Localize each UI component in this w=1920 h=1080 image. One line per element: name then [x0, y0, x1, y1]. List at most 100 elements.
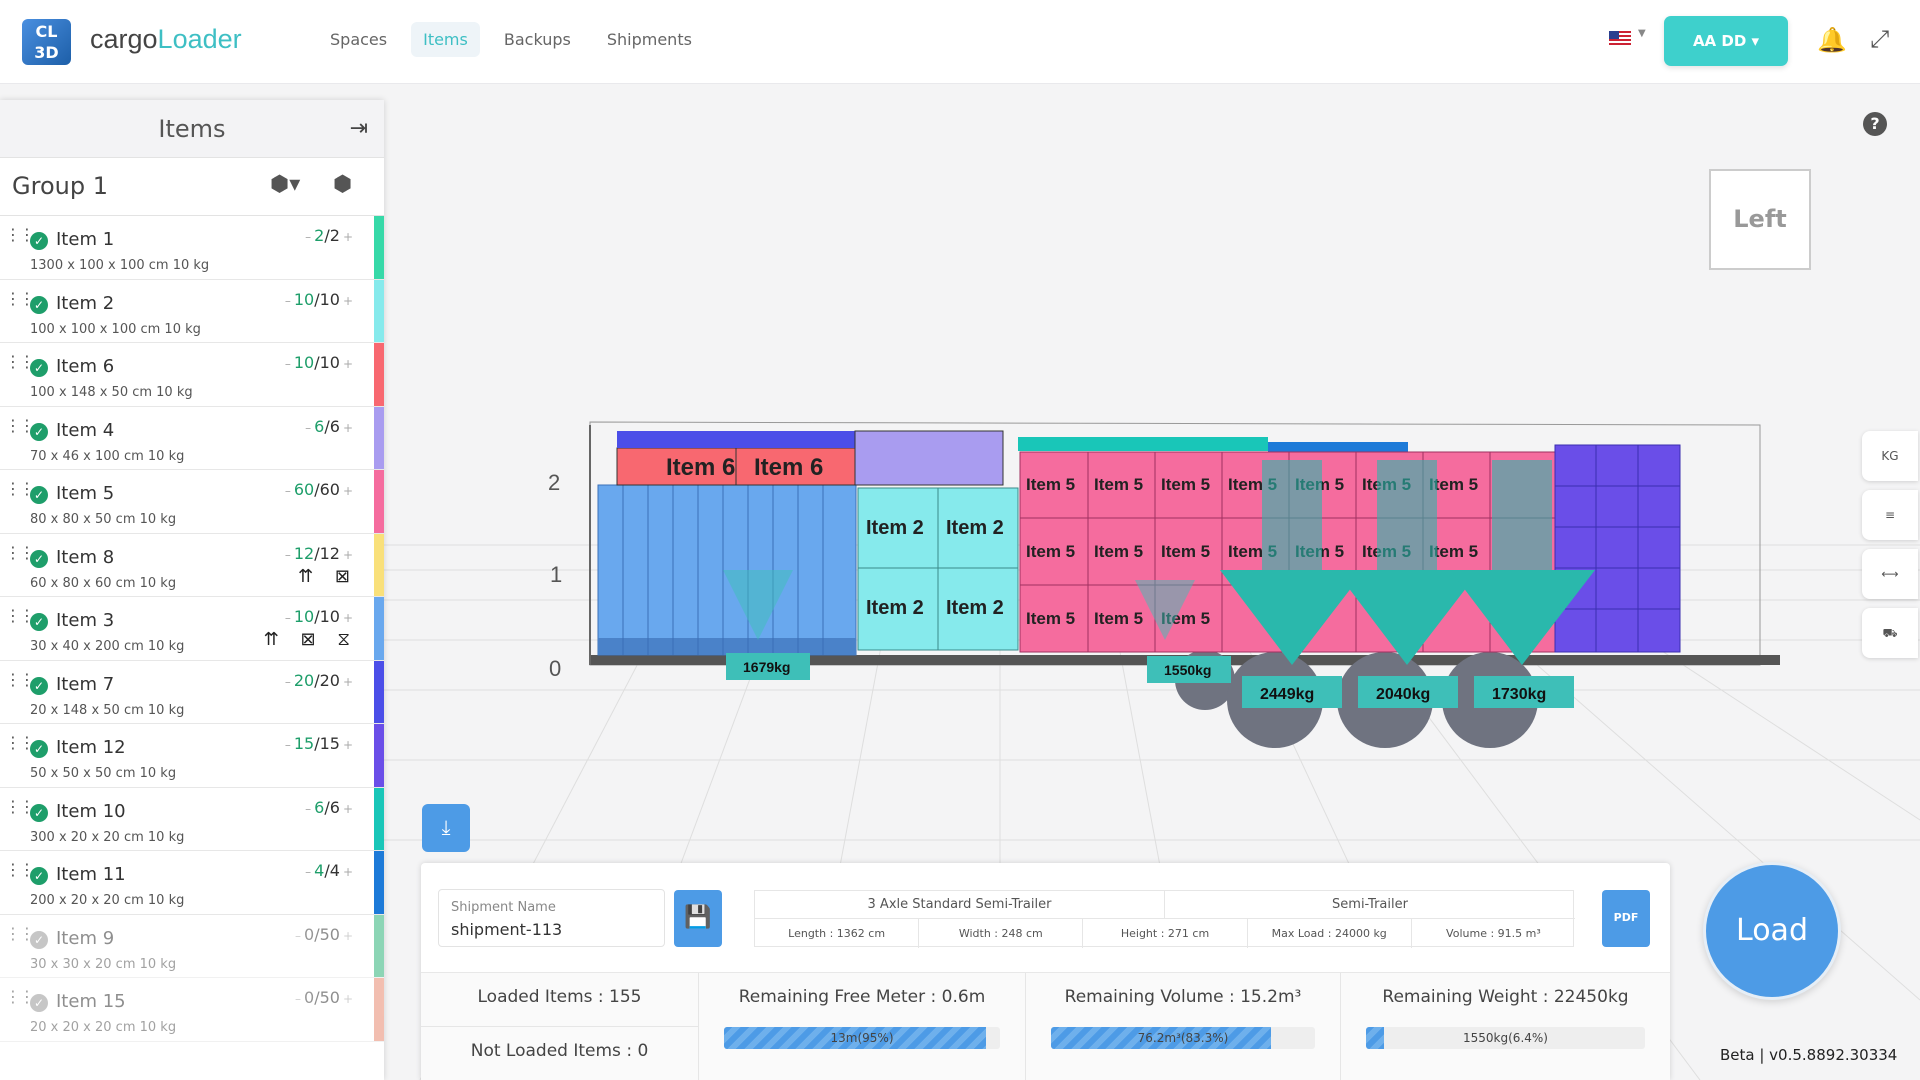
- drag-handle-icon[interactable]: ⋮⋮: [5, 671, 35, 687]
- increment-button[interactable]: +: [340, 738, 356, 752]
- item-name[interactable]: Item 4: [56, 420, 114, 441]
- item-row[interactable]: ⋮⋮ ✓ Item 9 30 x 30 x 20 cm 10 kg –0/50 +: [0, 914, 384, 978]
- increment-button[interactable]: +: [340, 802, 356, 816]
- collapse-sidebar-icon[interactable]: ⇥: [350, 116, 368, 141]
- item-color-swatch[interactable]: [374, 851, 384, 914]
- item-color-swatch[interactable]: [374, 216, 384, 279]
- decrement-button[interactable]: –: [282, 357, 294, 371]
- cargo-item-7[interactable]: [617, 431, 855, 448]
- increment-button[interactable]: +: [340, 548, 356, 562]
- increment-button[interactable]: +: [340, 294, 356, 308]
- cargo-item-10[interactable]: [1018, 437, 1268, 451]
- collapse-panel-icon[interactable]: ⤓: [422, 804, 470, 852]
- decrement-button[interactable]: –: [292, 992, 304, 1006]
- item-row[interactable]: ⋮⋮ ✓ Item 1 1300 x 100 x 100 cm 10 kg –2/2 +: [0, 216, 384, 280]
- cargo-item-4[interactable]: [854, 430, 1004, 486]
- increment-button[interactable]: +: [340, 421, 356, 435]
- measure-icon[interactable]: ⟷: [1862, 549, 1918, 599]
- cargo-item-12-group[interactable]: [1554, 444, 1681, 653]
- item-name[interactable]: Item 2: [56, 293, 114, 314]
- drag-handle-icon[interactable]: ⋮⋮: [5, 544, 35, 560]
- free-meter-bar-text: 13m(95%): [830, 1031, 894, 1045]
- item-row[interactable]: ⋮⋮ ✓ Item 15 20 x 20 x 20 cm 10 kg –0/50 +: [0, 978, 384, 1042]
- drag-handle-icon[interactable]: ⋮⋮: [5, 227, 35, 243]
- item-row[interactable]: ⋮⋮ ✓ Item 7 20 x 148 x 50 cm 10 kg –20/20 +: [0, 660, 384, 724]
- decrement-button[interactable]: –: [302, 802, 314, 816]
- item-color-swatch[interactable]: [374, 787, 384, 850]
- decrement-button[interactable]: –: [282, 484, 294, 498]
- item-row[interactable]: ⋮⋮ ✓ Item 5 80 x 80 x 50 cm 10 kg –60/60 +: [0, 470, 384, 534]
- increment-button[interactable]: +: [340, 992, 356, 1006]
- item-name[interactable]: Item 8: [56, 547, 114, 568]
- drag-handle-icon[interactable]: ⋮⋮: [5, 925, 35, 941]
- load-button[interactable]: Load: [1703, 862, 1841, 1000]
- item-total-count: 15: [319, 734, 340, 753]
- shipment-name-value[interactable]: shipment-113: [451, 920, 562, 939]
- decrement-button[interactable]: –: [282, 675, 294, 689]
- item-row[interactable]: ⋮⋮ ✓ Item 3 30 x 40 x 200 cm 10 kg –10/10 + ⇈ …: [0, 597, 384, 661]
- drag-handle-icon[interactable]: ⋮⋮: [5, 608, 35, 624]
- item-name[interactable]: Item 9: [56, 928, 114, 949]
- drag-handle-icon[interactable]: ⋮⋮: [5, 735, 35, 751]
- increment-button[interactable]: +: [340, 929, 356, 943]
- item-name[interactable]: Item 6: [56, 356, 114, 377]
- increment-button[interactable]: +: [340, 357, 356, 371]
- drag-handle-icon[interactable]: ⋮⋮: [5, 989, 35, 1005]
- item-color-swatch[interactable]: [374, 406, 384, 469]
- view-cube[interactable]: Left: [1709, 169, 1811, 270]
- item-row[interactable]: ⋮⋮ ✓ Item 10 300 x 20 x 20 cm 10 kg –6/6 +: [0, 787, 384, 851]
- item-name[interactable]: Item 1: [56, 229, 114, 250]
- item-color-swatch[interactable]: [374, 343, 384, 406]
- group-settings-icon[interactable]: ⬢▾: [270, 172, 300, 197]
- pdf-export-button[interactable]: PDF: [1602, 890, 1650, 947]
- item-name[interactable]: Item 15: [56, 991, 126, 1012]
- decrement-button[interactable]: –: [302, 865, 314, 879]
- item-name[interactable]: Item 3: [56, 610, 114, 631]
- item-color-swatch[interactable]: [374, 279, 384, 342]
- add-item-icon[interactable]: ⬢: [333, 172, 352, 197]
- help-icon[interactable]: ?: [1863, 112, 1887, 136]
- item-name[interactable]: Item 12: [56, 737, 126, 758]
- item-row[interactable]: ⋮⋮ ✓ Item 6 100 x 148 x 50 cm 10 kg –10/10 +: [0, 343, 384, 407]
- item-name[interactable]: Item 5: [56, 483, 114, 504]
- item-row[interactable]: ⋮⋮ ✓ Item 2 100 x 100 x 100 cm 10 kg –10/10 +: [0, 279, 384, 343]
- drag-handle-icon[interactable]: ⋮⋮: [5, 354, 35, 370]
- drag-handle-icon[interactable]: ⋮⋮: [5, 481, 35, 497]
- drag-handle-icon[interactable]: ⋮⋮: [5, 417, 35, 433]
- decrement-button[interactable]: –: [302, 421, 314, 435]
- save-icon[interactable]: 💾: [674, 890, 722, 947]
- decrement-button[interactable]: –: [292, 929, 304, 943]
- item-row[interactable]: ⋮⋮ ✓ Item 11 200 x 20 x 20 cm 10 kg –4/4 +: [0, 851, 384, 915]
- decrement-button[interactable]: –: [282, 738, 294, 752]
- item-color-swatch[interactable]: [374, 914, 384, 977]
- shipment-name-field[interactable]: Shipment Name shipment-113: [438, 889, 665, 947]
- item-color-swatch[interactable]: [374, 597, 384, 660]
- list-order-icon[interactable]: ≡: [1862, 490, 1918, 540]
- weight-toggle-icon[interactable]: KG: [1862, 431, 1918, 481]
- item-color-swatch[interactable]: [374, 470, 384, 533]
- group-title[interactable]: Group 1: [12, 172, 108, 200]
- decrement-button[interactable]: –: [282, 294, 294, 308]
- increment-button[interactable]: +: [340, 230, 356, 244]
- item-name[interactable]: Item 10: [56, 801, 126, 822]
- drag-handle-icon[interactable]: ⋮⋮: [5, 862, 35, 878]
- increment-button[interactable]: +: [340, 675, 356, 689]
- truck-settings-icon[interactable]: ⛟: [1862, 608, 1918, 658]
- item-color-swatch[interactable]: [374, 978, 384, 1041]
- increment-button[interactable]: +: [340, 865, 356, 879]
- item-color-swatch[interactable]: [374, 660, 384, 723]
- decrement-button[interactable]: –: [302, 230, 314, 244]
- item-row[interactable]: ⋮⋮ ✓ Item 12 50 x 50 x 50 cm 10 kg –15/15 +: [0, 724, 384, 788]
- item-row[interactable]: ⋮⋮ ✓ Item 8 60 x 80 x 60 cm 10 kg –12/12 + ⇈ ⊠: [0, 533, 384, 597]
- item-name[interactable]: Item 11: [56, 864, 126, 885]
- decrement-button[interactable]: –: [282, 548, 294, 562]
- decrement-button[interactable]: –: [282, 611, 294, 625]
- item-color-swatch[interactable]: [374, 724, 384, 787]
- drag-handle-icon[interactable]: ⋮⋮: [5, 290, 35, 306]
- item-name[interactable]: Item 7: [56, 674, 114, 695]
- increment-button[interactable]: +: [340, 484, 356, 498]
- drag-handle-icon[interactable]: ⋮⋮: [5, 798, 35, 814]
- item-row[interactable]: ⋮⋮ ✓ Item 4 70 x 46 x 100 cm 10 kg –6/6 +: [0, 406, 384, 470]
- item-color-swatch[interactable]: [374, 533, 384, 596]
- increment-button[interactable]: +: [340, 611, 356, 625]
